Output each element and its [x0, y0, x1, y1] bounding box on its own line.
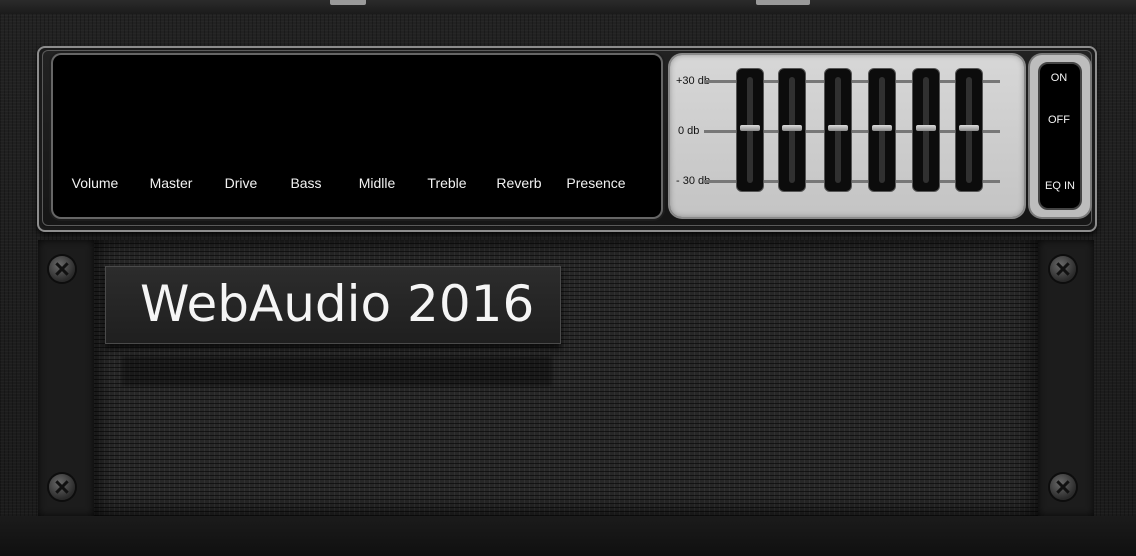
switch-eq-in-label[interactable]: EQ IN: [1045, 180, 1075, 192]
eq-slider-1[interactable]: [736, 68, 764, 192]
knob-label-volume: Volume: [71, 175, 119, 191]
top-clip-right: [756, 0, 810, 5]
knob-panel: [53, 55, 661, 217]
screw-icon: [1050, 256, 1076, 282]
eq-slider-thumb[interactable]: [782, 125, 802, 131]
knob-label-master: Master: [149, 175, 193, 191]
eq-slider-thumb[interactable]: [916, 125, 936, 131]
eq-slider-6[interactable]: [955, 68, 983, 192]
knob-label-presence: Presence: [566, 175, 626, 191]
switch-off-label[interactable]: OFF: [1048, 114, 1070, 126]
badge-shadow: [122, 356, 552, 386]
eq-slider-3[interactable]: [824, 68, 852, 192]
bottom-edge: [0, 516, 1136, 556]
eq-slider-4[interactable]: [868, 68, 896, 192]
screw-icon: [49, 256, 75, 282]
knob-label-reverb: Reverb: [496, 175, 542, 191]
knob-label-middle: Midlle: [358, 175, 396, 191]
screw-icon: [1050, 474, 1076, 500]
eq-slider-thumb[interactable]: [828, 125, 848, 131]
eq-slider-5[interactable]: [912, 68, 940, 192]
eq-slider-thumb[interactable]: [740, 125, 760, 131]
top-edge: [0, 0, 1136, 14]
amp-head: Volume Master Drive Bass Midlle Treble R…: [0, 0, 1136, 556]
knob-label-treble: Treble: [427, 175, 467, 191]
knob-label-drive: Drive: [224, 175, 258, 191]
screw-icon: [49, 474, 75, 500]
brand-title: WebAudio 2016: [140, 275, 535, 333]
eq-slider-2[interactable]: [778, 68, 806, 192]
eq-scale-zero: 0 db: [678, 125, 700, 137]
knob-label-bass: Bass: [290, 175, 322, 191]
switch-on-label[interactable]: ON: [1051, 72, 1068, 84]
top-clip-left: [330, 0, 366, 5]
eq-slider-thumb[interactable]: [959, 125, 979, 131]
eq-slider-thumb[interactable]: [872, 125, 892, 131]
